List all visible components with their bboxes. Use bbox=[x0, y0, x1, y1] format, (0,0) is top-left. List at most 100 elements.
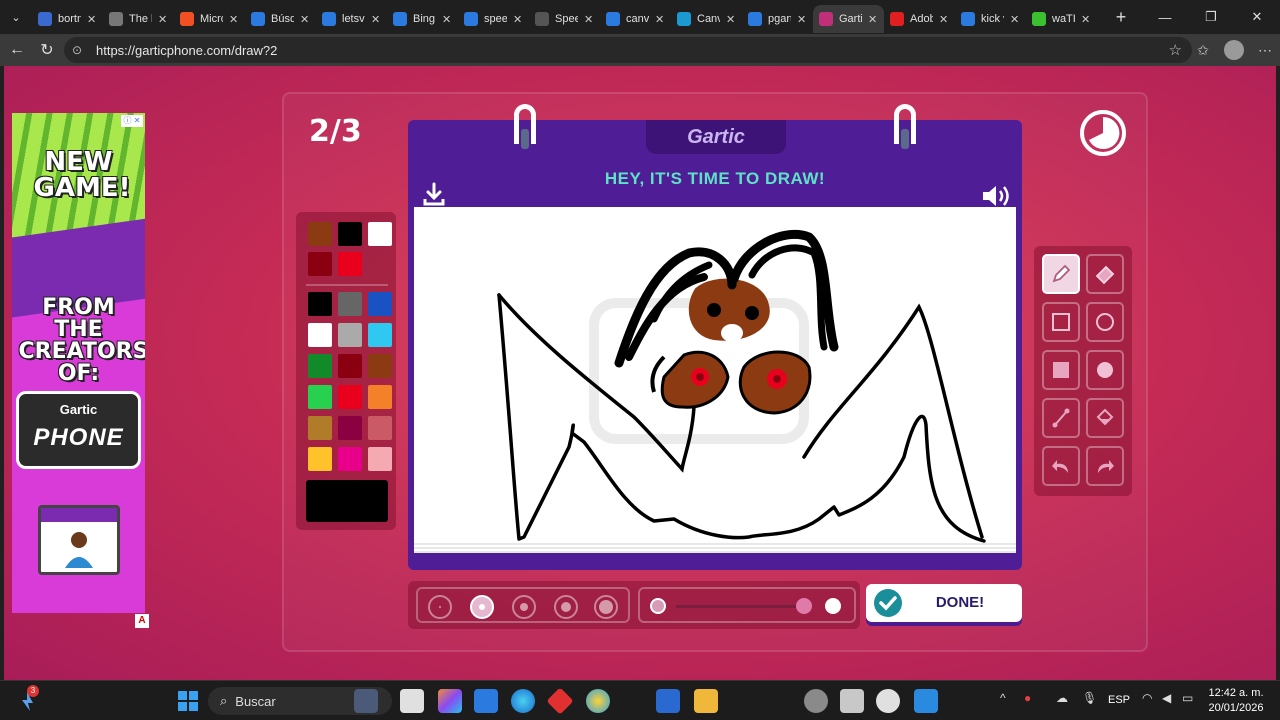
browser-tab[interactable]: waTI ✕ bbox=[1026, 5, 1097, 33]
color-swatch[interactable] bbox=[308, 447, 332, 471]
close-tab-icon[interactable]: ✕ bbox=[868, 13, 878, 26]
windows-start-icon[interactable] bbox=[178, 691, 198, 711]
brush-size-5[interactable] bbox=[594, 595, 618, 619]
drawing-canvas[interactable] bbox=[414, 207, 1016, 543]
favorite-star-icon[interactable]: ☆ bbox=[1169, 41, 1182, 59]
brush-size-3[interactable] bbox=[512, 595, 536, 619]
color-swatch[interactable] bbox=[368, 354, 392, 378]
browser-tab[interactable]: Bing ✕ bbox=[387, 5, 458, 33]
color-swatch[interactable] bbox=[338, 323, 362, 347]
color-swatch[interactable] bbox=[368, 323, 392, 347]
taskbar-app-blue-icon[interactable] bbox=[914, 689, 938, 713]
advertisement[interactable]: ⓘ ✕ NEW GAME! FROM THE CREATORS OF: Gart… bbox=[12, 113, 145, 613]
microsoft-store-icon[interactable] bbox=[474, 689, 498, 713]
undo-tool[interactable] bbox=[1042, 446, 1080, 486]
restore-icon[interactable]: ❐ bbox=[1188, 0, 1234, 34]
close-tab-icon[interactable]: ✕ bbox=[584, 13, 594, 26]
pencil-tool[interactable] bbox=[1042, 254, 1080, 294]
browser-tab[interactable]: bortn ✕ bbox=[32, 5, 103, 33]
opacity-handle[interactable] bbox=[796, 598, 812, 614]
url-field[interactable]: ⊙ https://garticphone.com/draw?2 ☆ bbox=[64, 37, 1192, 63]
browser-tab[interactable]: Gartic ✕ bbox=[813, 5, 884, 33]
mail-icon[interactable] bbox=[840, 689, 864, 713]
color-swatch[interactable] bbox=[308, 292, 332, 316]
favorites-icon[interactable]: ✩ bbox=[1188, 35, 1218, 65]
color-swatch[interactable] bbox=[308, 385, 332, 409]
wifi-icon[interactable]: ◠ bbox=[1142, 691, 1152, 705]
more-menu-icon[interactable]: ⋯ bbox=[1250, 35, 1280, 65]
tray-cloud-icon[interactable]: ☁ bbox=[1056, 691, 1068, 705]
taskbar-app-chat-icon[interactable] bbox=[876, 689, 900, 713]
profile-avatar[interactable] bbox=[1224, 40, 1244, 60]
color-swatch[interactable] bbox=[308, 416, 332, 440]
close-tab-icon[interactable]: ✕ bbox=[158, 13, 168, 26]
browser-tab[interactable]: The b ✕ bbox=[103, 5, 174, 33]
browser-tab[interactable]: letsvi ✕ bbox=[316, 5, 387, 33]
color-swatch[interactable] bbox=[308, 222, 332, 246]
microphone-icon[interactable]: 🎙 bbox=[1082, 691, 1097, 705]
show-hidden-icons-icon[interactable]: ^ bbox=[1000, 691, 1006, 705]
taskbar-app-assistant-icon[interactable] bbox=[354, 689, 378, 713]
browser-tab[interactable]: kick v ✕ bbox=[955, 5, 1026, 33]
color-swatch[interactable] bbox=[368, 385, 392, 409]
brush-size-4[interactable] bbox=[554, 595, 578, 619]
edge-browser-icon[interactable] bbox=[511, 689, 535, 713]
back-icon[interactable]: ← bbox=[2, 35, 32, 65]
browser-tab[interactable]: canva ✕ bbox=[600, 5, 671, 33]
eraser-tool[interactable] bbox=[1086, 254, 1124, 294]
site-info-icon[interactable]: ⊙ bbox=[72, 43, 88, 57]
browser-tab[interactable]: Speec ✕ bbox=[529, 5, 600, 33]
minimize-icon[interactable]: — bbox=[1142, 0, 1188, 34]
color-swatch[interactable] bbox=[308, 252, 332, 276]
color-swatch[interactable] bbox=[338, 447, 362, 471]
color-swatch[interactable] bbox=[308, 323, 332, 347]
close-tab-icon[interactable]: ✕ bbox=[1081, 13, 1091, 26]
color-swatch[interactable] bbox=[338, 385, 362, 409]
system-clock[interactable]: 12:42 a. m. 20/01/2026 bbox=[1196, 686, 1276, 716]
close-tab-icon[interactable]: ✕ bbox=[300, 13, 310, 26]
close-tab-icon[interactable]: ✕ bbox=[442, 13, 452, 26]
done-button[interactable]: DONE! bbox=[866, 584, 1022, 622]
settings-gear-icon[interactable] bbox=[804, 689, 828, 713]
close-tab-icon[interactable]: ✕ bbox=[939, 13, 949, 26]
close-window-icon[interactable]: ✕ bbox=[1234, 0, 1280, 34]
brush-size-2[interactable] bbox=[470, 595, 494, 619]
copilot-icon[interactable] bbox=[438, 689, 462, 713]
refresh-icon[interactable]: ↻ bbox=[32, 35, 62, 65]
color-swatch[interactable] bbox=[338, 252, 362, 276]
new-tab-button[interactable]: + bbox=[1105, 3, 1137, 31]
file-explorer-icon[interactable] bbox=[694, 689, 718, 713]
close-tab-icon[interactable]: ✕ bbox=[655, 13, 665, 26]
ellipse-outline-tool[interactable] bbox=[1086, 302, 1124, 342]
browser-tab[interactable]: Búsqu ✕ bbox=[245, 5, 316, 33]
close-tab-icon[interactable]: ✕ bbox=[87, 13, 97, 26]
close-tab-icon[interactable]: ✕ bbox=[371, 13, 381, 26]
volume-tray-icon[interactable]: ◀ bbox=[1162, 691, 1171, 705]
browser-tab[interactable]: pgart ✕ bbox=[742, 5, 813, 33]
opacity-track[interactable] bbox=[676, 605, 796, 608]
opacity-slider[interactable] bbox=[638, 587, 856, 623]
battery-icon[interactable]: ▭ bbox=[1182, 691, 1193, 705]
outlook-icon[interactable] bbox=[656, 689, 680, 713]
color-swatch[interactable] bbox=[338, 416, 362, 440]
ellipse-fill-tool[interactable] bbox=[1086, 350, 1124, 390]
color-swatch[interactable] bbox=[338, 354, 362, 378]
chrome-icon[interactable] bbox=[586, 689, 610, 713]
rectangle-outline-tool[interactable] bbox=[1042, 302, 1080, 342]
color-swatch[interactable] bbox=[368, 292, 392, 316]
color-swatch[interactable] bbox=[368, 222, 392, 246]
color-swatch[interactable] bbox=[338, 222, 362, 246]
close-tab-icon[interactable]: ✕ bbox=[797, 13, 807, 26]
fill-bucket-tool[interactable] bbox=[1086, 398, 1124, 438]
close-tab-icon[interactable]: ✕ bbox=[726, 13, 736, 26]
brush-size-1[interactable] bbox=[428, 595, 452, 619]
color-swatch[interactable] bbox=[308, 354, 332, 378]
close-tab-icon[interactable]: ✕ bbox=[229, 13, 239, 26]
browser-tab[interactable]: Adob ✕ bbox=[884, 5, 955, 33]
browser-tab[interactable]: speec ✕ bbox=[458, 5, 529, 33]
line-tool[interactable] bbox=[1042, 398, 1080, 438]
task-view-icon[interactable] bbox=[400, 689, 424, 713]
rectangle-fill-tool[interactable] bbox=[1042, 350, 1080, 390]
ad-choices-icon[interactable]: ⓘ ✕ bbox=[121, 115, 143, 127]
tray-app-icon[interactable]: ● bbox=[1024, 691, 1031, 705]
